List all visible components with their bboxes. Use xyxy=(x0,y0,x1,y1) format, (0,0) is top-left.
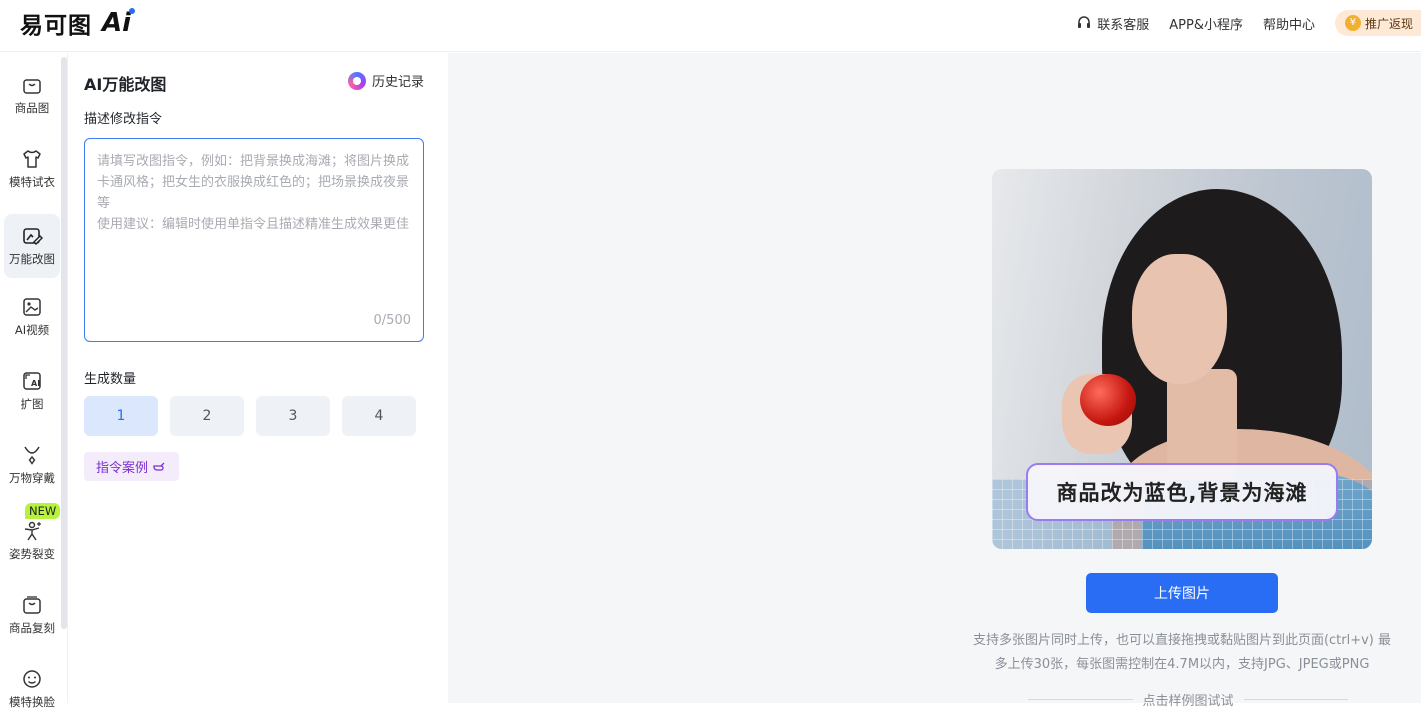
rail-item-universal-edit[interactable]: 万能改图 xyxy=(4,214,60,278)
rail-label: 姿势裂变 xyxy=(9,547,55,561)
rail-scrollbar[interactable] xyxy=(61,57,67,629)
rail-label: AI视频 xyxy=(14,323,50,337)
rail-label: 扩图 xyxy=(20,397,44,411)
headset-icon xyxy=(1078,16,1091,28)
quantity-label: 生成数量 xyxy=(84,372,137,387)
prompt-input[interactable] xyxy=(97,151,411,311)
history-icon xyxy=(347,71,366,90)
rail-label: 万能改图 xyxy=(9,252,55,266)
char-counter: 0/500 xyxy=(373,313,411,328)
rail-item-wear-anything[interactable]: 万物穿戴 xyxy=(4,433,60,497)
upload-hint-line: 多上传30张，每张图需控制在4.7M以内，支持JPG、JPEG或PNG xyxy=(994,657,1370,672)
quantity-option-3[interactable]: 3 xyxy=(256,396,330,436)
panel-title: AI万能改图 xyxy=(84,75,167,94)
rail-item-product[interactable]: 商品图 xyxy=(4,63,60,127)
prompt-label: 描述修改指令 xyxy=(84,112,163,127)
necklace-icon xyxy=(24,446,40,465)
pointing-hand-icon xyxy=(153,462,165,471)
logo-text: 易可图 xyxy=(20,13,92,39)
history-button[interactable]: 历史记录 xyxy=(347,71,424,90)
rail-label: 模特试衣 xyxy=(9,175,55,189)
rail-item-product-replicate[interactable]: 商品复刻 xyxy=(4,583,60,647)
expand-icon: AI xyxy=(23,372,41,390)
header-nav: 联系客服 APP&小程序 帮助中心 ¥ 推广返现 xyxy=(1076,10,1421,36)
rail-label: 万物穿戴 xyxy=(9,471,55,485)
example-preview-image: 商品改为蓝色,背景为海滩 xyxy=(992,169,1372,549)
rail-item-face-swap[interactable]: 模特换脸 xyxy=(4,657,60,721)
rail-item-expand[interactable]: AI 扩图 xyxy=(4,359,60,423)
contact-service-label: 联系客服 xyxy=(1097,17,1150,33)
rail-label: 商品图 xyxy=(14,101,50,115)
svg-text:AI: AI xyxy=(31,379,40,388)
command-examples-button[interactable]: 指令案例 xyxy=(84,452,180,481)
red-product-icon xyxy=(1080,374,1136,426)
sample-divider: 点击样例图试试 xyxy=(1028,690,1349,709)
prompt-box: 0/500 xyxy=(84,138,424,342)
video-icon xyxy=(23,298,41,316)
logo-ai: Ai xyxy=(102,8,136,38)
shirt-icon xyxy=(23,150,41,168)
bag-icon xyxy=(23,79,41,94)
edit-image-icon xyxy=(23,228,43,246)
coin-icon: ¥ xyxy=(1344,15,1361,31)
quantity-selector: 1 2 3 4 xyxy=(84,396,416,436)
top-header: 易可图 Ai 联系客服 APP&小程序 帮助中心 ¥ 推广返现 xyxy=(0,0,1421,52)
logo[interactable]: 易可图 Ai xyxy=(20,8,136,39)
history-label: 历史记录 xyxy=(371,75,424,90)
rail-item-pose-variation[interactable]: 姿势裂变 xyxy=(4,509,60,573)
quantity-option-1[interactable]: 1 xyxy=(84,396,158,436)
contact-service-link[interactable]: 联系客服 xyxy=(1076,14,1149,33)
app-link[interactable]: APP&小程序 xyxy=(1169,14,1243,33)
sample-label[interactable]: 点击样例图试试 xyxy=(1143,690,1234,709)
promo-label: 推广返现 xyxy=(1364,16,1413,31)
rail-item-model-tryon[interactable]: 模特试衣 xyxy=(4,137,60,201)
rail-label: 模特换脸 xyxy=(9,695,55,709)
help-center-label: 帮助中心 xyxy=(1262,17,1315,33)
quantity-option-2[interactable]: 2 xyxy=(170,396,244,436)
left-rail: 商品图 模特试衣 万能改图 AI视频 AI 扩图 万物穿戴 NEW 姿势裂变 商… xyxy=(0,53,68,709)
control-panel: AI万能改图 历史记录 描述修改指令 0/500 生成数量 1 2 3 4 指令… xyxy=(68,53,448,703)
app-label: APP&小程序 xyxy=(1169,17,1243,33)
quantity-option-4[interactable]: 4 xyxy=(342,396,416,436)
help-center-link[interactable]: 帮助中心 xyxy=(1263,14,1315,33)
main-area: 商品改为蓝色,背景为海滩 上传图片 支持多张图片同时上传，也可以直接拖拽或黏贴图… xyxy=(448,53,1421,709)
rail-item-ai-video[interactable]: AI视频 xyxy=(4,285,60,349)
pose-icon xyxy=(24,521,41,541)
promo-button[interactable]: ¥ 推广返现 xyxy=(1334,10,1421,36)
command-examples-label: 指令案例 xyxy=(96,461,149,476)
upload-hint-line: 支持多张图片同时上传，也可以直接拖拽或黏贴图片到此页面(ctrl+v) 最 xyxy=(972,633,1392,648)
copy-bag-icon xyxy=(23,596,41,614)
preview-caption: 商品改为蓝色,背景为海滩 xyxy=(1026,463,1338,521)
rail-label: 商品复刻 xyxy=(9,621,55,635)
face-icon xyxy=(23,670,41,688)
upload-hint: 支持多张图片同时上传，也可以直接拖拽或黏贴图片到此页面(ctrl+v) 最 多上… xyxy=(948,629,1416,677)
upload-image-button[interactable]: 上传图片 xyxy=(1086,573,1278,613)
